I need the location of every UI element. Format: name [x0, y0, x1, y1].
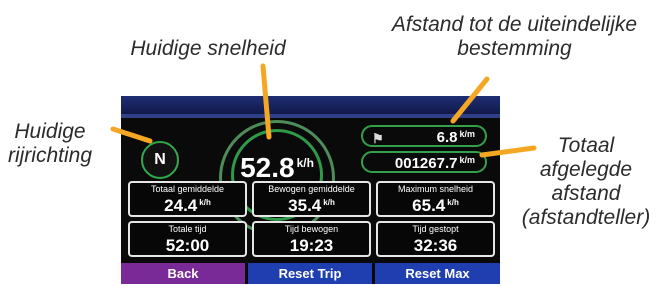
leader-odometer [479, 145, 537, 158]
leader-speed [260, 63, 272, 140]
callout-leaders [110, 63, 537, 158]
leader-destination [450, 76, 490, 124]
leader-heading [110, 126, 153, 144]
